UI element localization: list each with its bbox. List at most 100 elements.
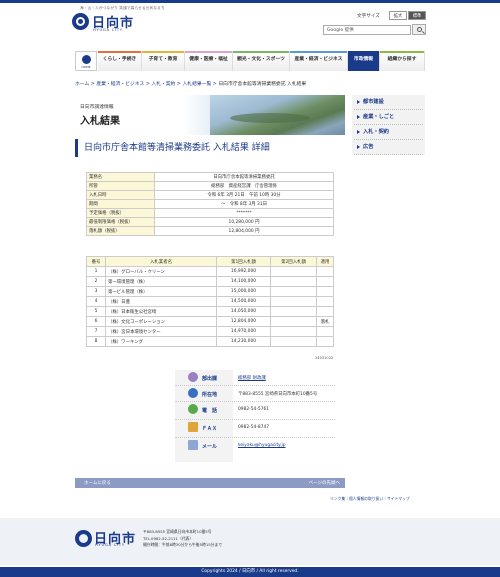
page-top-link[interactable]: ページの先頭へ — [309, 480, 340, 486]
site-tagline: 海・山・人がつながり 笑顔で暮らせる元気なまち — [80, 6, 165, 10]
bid-remark — [316, 286, 334, 297]
contact-label: ＦＡＸ — [202, 426, 218, 432]
bid-name: 第一ビル管理（株） — [105, 286, 217, 297]
bid-round2 — [270, 286, 317, 297]
summary-key: 落札額（税抜） — [86, 226, 155, 236]
table-row: 8 （株）ワーキング 14,230,000 — [86, 336, 334, 347]
contact-label: 所在地 — [202, 392, 218, 398]
bid-results-table: 番号 入札業者名 第1回入札額 第2回入札額 適用 1 （株）グローバル・クリーン… — [86, 256, 334, 347]
nav-color-bar — [185, 51, 232, 53]
arrow-right-icon — [357, 100, 360, 104]
text-size-large-button[interactable]: 拡大 — [389, 11, 407, 20]
bid-round1: 14,050,000 — [216, 306, 271, 317]
bid-round1: 14,970,000 — [216, 326, 271, 337]
nav-item-label: 産業・経済・ビジネス — [294, 57, 343, 62]
bid-name: （株）宮日本環境センター — [105, 326, 217, 337]
col-header-name: 入札業者名 — [105, 256, 217, 267]
summary-value: 10,280,000 円 — [154, 217, 334, 227]
contact-value: 0982-54-8747 — [238, 425, 270, 430]
table-row: 2 第一環境管理（株） 14,100,000 — [86, 276, 334, 287]
nav-item-childcare[interactable]: 子育て・教育 — [142, 51, 185, 71]
footer-links[interactable]: リンク集｜個人情報の取り扱い｜サイトマップ — [330, 496, 410, 502]
bid-name: （株）日本衛生公社宮崎 — [105, 306, 217, 317]
breadcrumb-business[interactable]: 産業・経済・ビジネス — [96, 82, 144, 87]
breadcrumb: ホーム > 産業・経済・ビジネス > 入札・契約 > 入札結果一覧 > 日向市庁… — [75, 82, 307, 87]
text-size-standard-button[interactable]: 標準 — [408, 11, 426, 20]
phone-icon — [188, 404, 198, 414]
bid-remark — [316, 336, 334, 347]
contact-label: 電 話 — [202, 408, 218, 414]
site-logo-subtext: HYUGA CITY — [93, 28, 123, 32]
nav-item-organization[interactable]: 組織から探す — [380, 51, 425, 71]
bid-remark — [316, 306, 334, 317]
search-button[interactable] — [412, 24, 426, 35]
nav-color-bar — [290, 51, 347, 53]
bid-name: （株）日豊 — [105, 296, 217, 307]
mail-icon — [188, 440, 198, 450]
table-row: 業務名 日向市庁舎本館等清掃業務委託 — [86, 172, 334, 182]
bid-name: （株）グローバル・クリーン — [105, 266, 217, 277]
contact-row-mail: メール keiyaku@hyugacity.jp — [175, 438, 335, 456]
bid-round1: 14,100,000 — [216, 276, 271, 287]
table-row: 最低制限価格（税抜） 10,280,000 円 — [86, 217, 334, 227]
bid-remark — [316, 326, 334, 337]
bid-num: 7 — [86, 326, 106, 337]
footer-address-line: 〒883-8555 宮崎県日向市本町10番5号 — [143, 529, 212, 534]
bid-num: 1 — [86, 266, 106, 277]
footer-logo-subtext: HYUGA CITY — [95, 543, 125, 547]
summary-value: ～ 令和 8年 3月 31日 — [154, 199, 334, 209]
nav-home-button[interactable]: HOME — [75, 51, 97, 71]
sidebar-item-contract[interactable]: 入札・契約 — [354, 125, 423, 140]
nav-item-citygov[interactable]: 市政情報 — [348, 51, 380, 71]
sidebar-item-industry[interactable]: 産業・しごと — [354, 110, 423, 125]
bid-round2 — [270, 306, 317, 317]
bid-remark — [316, 276, 334, 287]
nav-home-label: HOME — [81, 65, 91, 69]
nav-item-tourism[interactable]: 観光・文化・スポーツ — [233, 51, 290, 71]
table-note: 24031022 — [315, 356, 334, 360]
contact-value: 0982-54-5761 — [238, 407, 270, 412]
table-row: 3 第一ビル管理（株） 15,000,000 — [86, 286, 334, 297]
sidebar-item-urban[interactable]: 都市建設 — [354, 95, 423, 110]
summary-key: 業務名 — [86, 172, 155, 182]
nav-color-bar — [142, 51, 184, 53]
global-nav: HOME くらし・手続き 子育て・教育 健康・医療・福祉 観光・文化・スポーツ … — [75, 51, 425, 71]
nav-item-health[interactable]: 健康・医療・福祉 — [185, 51, 233, 71]
bid-remark — [316, 266, 334, 277]
city-logo-icon[interactable] — [72, 13, 89, 30]
bid-round2 — [270, 326, 317, 337]
col-header-round1: 第1回入札額 — [216, 256, 271, 267]
contact-label: 部出課 — [202, 376, 218, 382]
nav-item-life[interactable]: くらし・手続き — [98, 51, 142, 71]
summary-value: ******* — [154, 208, 334, 218]
table-row: 5 （株）日本衛生公社宮崎 14,050,000 — [86, 306, 334, 317]
table-row: 期間～ 令和 8年 3月 31日 — [86, 199, 334, 209]
summary-value: 総務部 資産経営課 庁舎管理係 — [154, 181, 334, 191]
hero-title: 入札結果 — [80, 116, 120, 127]
breadcrumb-results[interactable]: 入札結果一覧 — [182, 82, 211, 87]
text-size-label: 文字サイズ — [357, 14, 380, 19]
nav-item-business[interactable]: 産業・経済・ビジネス — [290, 51, 348, 71]
col-header-round2: 第2回入札額 — [270, 256, 317, 267]
bid-num: 6 — [86, 316, 106, 327]
nav-item-label: 健康・医療・福祉 — [189, 57, 228, 62]
summary-value: 12,804,000 円 — [154, 226, 334, 236]
nav-color-bar — [233, 51, 289, 53]
bid-remark: 落札 — [316, 316, 334, 327]
dept-link[interactable]: 総務部 財政課 — [238, 375, 266, 381]
back-home-link[interactable]: ホームに戻る — [84, 480, 111, 486]
breadcrumb-home[interactable]: ホーム — [75, 82, 89, 87]
mail-link[interactable]: keiyaku@hyugacity.jp — [238, 443, 286, 448]
arrow-right-icon — [357, 115, 360, 119]
bid-remark — [316, 296, 334, 307]
contact-row-tel: 電 話 0982-54-5761 — [175, 402, 335, 420]
bid-num: 8 — [86, 336, 106, 347]
breadcrumb-contract[interactable]: 入札・契約 — [151, 82, 175, 87]
sidebar-item-ads[interactable]: 広告 — [354, 140, 423, 155]
table-row: 所管 総務部 資産経営課 庁舎管理係 — [86, 181, 334, 191]
summary-key: 入札日時 — [86, 190, 155, 200]
summary-key: 予定価格（税抜） — [86, 208, 155, 218]
fax-icon — [188, 422, 198, 432]
home-logo-icon — [82, 55, 91, 64]
hero-banner: 日向市調達情報 入札結果 — [75, 95, 345, 135]
